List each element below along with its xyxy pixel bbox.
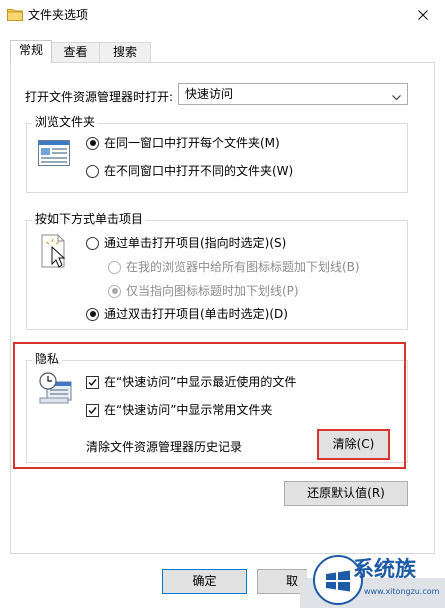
- privacy-legend: 隐私: [32, 352, 63, 366]
- single-click-radio[interactable]: 通过单击打开项目(指向时选定)(S): [86, 236, 286, 250]
- browse-same-window-radio[interactable]: 在同一窗口中打开每个文件夹(M): [86, 136, 280, 150]
- show-recent-files-checkbox[interactable]: 在“快速访问”中显示最近使用的文件: [86, 375, 296, 389]
- ok-button[interactable]: 确定: [162, 569, 247, 594]
- privacy-clock-icon: [38, 372, 72, 404]
- radio-indicator: [86, 236, 99, 250]
- browse-same-window-label: 在同一窗口中打开每个文件夹(M): [104, 136, 280, 150]
- checkbox-checked-indicator: [86, 375, 99, 389]
- restore-defaults-button[interactable]: 还原默认值(R): [284, 481, 408, 506]
- open-in-dropdown[interactable]: 快速访问: [178, 83, 408, 105]
- browse-new-window-label: 在不同窗口中打开不同的文件夹(W): [104, 164, 294, 178]
- tab-search[interactable]: 搜索: [99, 42, 151, 62]
- radio-selected-indicator: [86, 307, 99, 321]
- double-click-label: 通过双击打开项目(单击时选定)(D): [104, 307, 288, 321]
- watermark-url: www.xitongzu.com: [364, 587, 440, 596]
- browse-folders-legend: 浏览文件夹: [32, 115, 99, 129]
- tab-general[interactable]: 常规: [10, 40, 52, 63]
- underline-all-label: 在我的浏览器中给所有图标标题加下划线(B): [126, 260, 360, 274]
- cursor-click-icon: [40, 234, 70, 270]
- window-title: 文件夹选项: [28, 8, 89, 22]
- show-frequent-folders-checkbox[interactable]: 在“快速访问”中显示常用文件夹: [86, 403, 272, 417]
- open-in-label: 打开文件资源管理器时打开:: [25, 90, 174, 104]
- clear-history-label: 清除文件资源管理器历史记录: [86, 440, 243, 454]
- close-button[interactable]: [400, 0, 445, 30]
- radio-selected-indicator: [86, 136, 99, 150]
- tab-view[interactable]: 查看: [51, 42, 100, 62]
- clear-history-button[interactable]: 清除(C): [317, 429, 390, 460]
- open-in-value: 快速访问: [185, 87, 234, 101]
- folder-window-icon: [38, 140, 70, 166]
- show-frequent-folders-label: 在“快速访问”中显示常用文件夹: [104, 403, 273, 417]
- click-items-legend: 按如下方式单击项目: [32, 212, 147, 226]
- radio-selected-indicator: [108, 284, 121, 298]
- underline-hover-label: 仅当指向图标标题时加下划线(P): [126, 284, 299, 298]
- underline-hover-radio[interactable]: 仅当指向图标标题时加下划线(P): [108, 284, 299, 298]
- radio-indicator: [86, 164, 99, 178]
- watermark-name: 系统族: [353, 557, 416, 581]
- show-recent-files-label: 在“快速访问”中显示最近使用的文件: [104, 375, 297, 389]
- chevron-down-icon: [392, 90, 401, 101]
- radio-indicator: [108, 260, 121, 274]
- single-click-label: 通过单击打开项目(指向时选定)(S): [104, 236, 287, 250]
- browse-new-window-radio[interactable]: 在不同窗口中打开不同的文件夹(W): [86, 164, 293, 178]
- close-icon: [417, 10, 428, 20]
- checkbox-checked-indicator: [86, 403, 99, 417]
- browse-folders-group: [26, 123, 408, 193]
- folder-icon: [7, 7, 23, 21]
- double-click-radio[interactable]: 通过双击打开项目(单击时选定)(D): [86, 307, 288, 321]
- underline-all-radio[interactable]: 在我的浏览器中给所有图标标题加下划线(B): [108, 260, 360, 274]
